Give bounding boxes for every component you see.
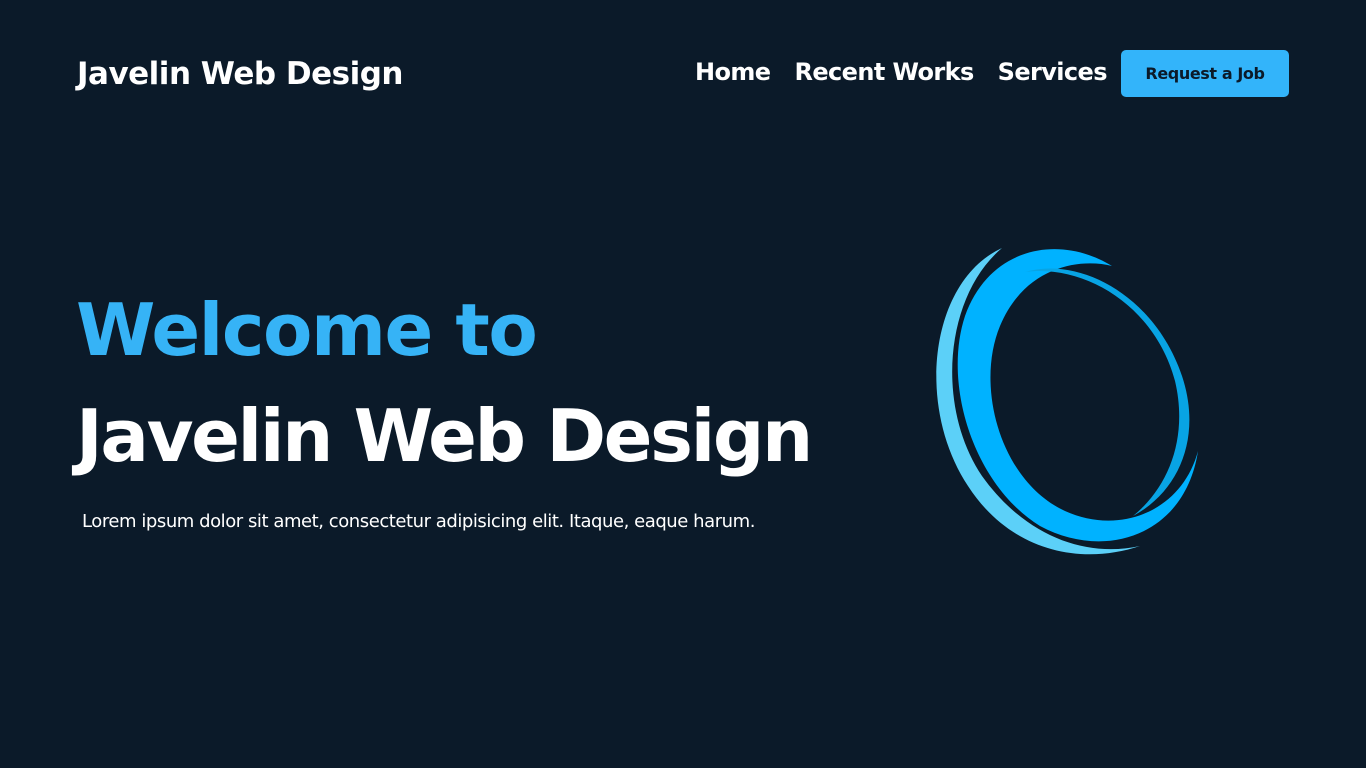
nav-link-home[interactable]: Home [695,58,771,86]
request-job-button[interactable]: Request a Job [1121,50,1289,97]
hero-title: Javelin Web Design [76,394,813,478]
hero-welcome-heading: Welcome to [76,288,538,372]
swirl-ring-icon [920,236,1220,566]
nav-link-services[interactable]: Services [998,58,1108,86]
main-nav: Home Recent Works Services [695,58,1131,86]
hero-subtitle: Lorem ipsum dolor sit amet, consectetur … [82,511,755,532]
brand-logo-text[interactable]: Javelin Web Design [77,56,404,92]
landing-page: Javelin Web Design Home Recent Works Ser… [0,0,1366,768]
nav-link-recent-works[interactable]: Recent Works [794,58,974,86]
